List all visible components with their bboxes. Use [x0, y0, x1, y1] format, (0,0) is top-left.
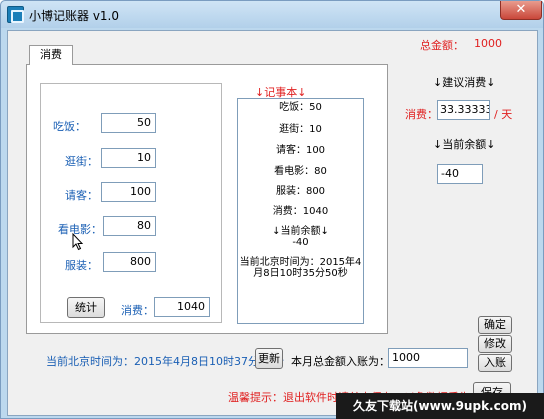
notebook-line: 消费：1040 — [272, 206, 329, 217]
deposit-button[interactable]: 入账 — [478, 354, 512, 372]
expense-input-movie[interactable]: 80 — [103, 216, 156, 236]
site-watermark: 久友下载站(www.9upk.com) — [336, 393, 544, 419]
expense-label-treat: 请客： — [65, 189, 98, 202]
total-amount-label: 总金额： — [420, 39, 464, 52]
monthly-total-label: 本月总金额入账为： — [291, 355, 390, 368]
notebook-line: -40 — [292, 237, 309, 248]
notebook-line: 逛街：10 — [279, 124, 322, 135]
expense-label-meals: 吃饭： — [53, 120, 86, 133]
title-bar[interactable]: 小博记账器 v1.0 ✕ — [1, 1, 543, 28]
app-icon — [7, 6, 24, 23]
notebook-line: 请客：100 — [275, 145, 326, 156]
expense-label-clothing: 服装： — [65, 259, 98, 272]
monthly-total-field[interactable]: 1000 — [388, 348, 468, 368]
expense-input-clothing[interactable]: 800 — [103, 252, 156, 272]
suggest-unit: / 天 — [494, 108, 513, 121]
total-amount-value: 1000 — [474, 37, 502, 50]
suggest-consume-field[interactable]: 33.33333 — [437, 100, 490, 120]
expense-input-treat[interactable]: 100 — [101, 182, 156, 202]
consume-total-field[interactable]: 1040 — [154, 297, 210, 317]
tab-consume[interactable]: 消费 — [29, 45, 73, 65]
close-button[interactable]: ✕ — [500, 1, 542, 20]
mouse-cursor-icon — [72, 233, 84, 251]
notebook-line: 服装：800 — [275, 186, 326, 197]
consume-total-label: 消费： — [121, 304, 154, 317]
stats-button[interactable]: 统计 — [67, 297, 105, 318]
refresh-button[interactable]: 更新 — [255, 348, 283, 369]
notebook-textarea[interactable]: 吃饭：50 逛街：10 请客：100 看电影：80 服装：800 消费：1040… — [237, 98, 364, 324]
notebook-line: 月8日10时35分50秒 — [253, 268, 348, 279]
expense-label-shopping: 逛街： — [65, 155, 98, 168]
balance-heading: ↓当前余额↓ — [433, 138, 496, 151]
expense-input-meals[interactable]: 50 — [101, 113, 156, 133]
suggest-consume-label: 消费： — [405, 108, 438, 121]
confirm-button[interactable]: 确定 — [478, 316, 512, 334]
current-time-label: 当前北京时间为：2015年4月8日10时37分43秒 — [46, 355, 284, 368]
notebook-line: 吃饭：50 — [279, 102, 322, 113]
expense-input-shopping[interactable]: 10 — [101, 148, 156, 168]
notebook-line: 看电影：80 — [274, 166, 327, 177]
window-title: 小博记账器 v1.0 — [29, 9, 120, 23]
suggest-heading: ↓建议消费↓ — [433, 76, 496, 89]
balance-field[interactable]: -40 — [437, 164, 483, 184]
modify-button[interactable]: 修改 — [478, 335, 512, 353]
